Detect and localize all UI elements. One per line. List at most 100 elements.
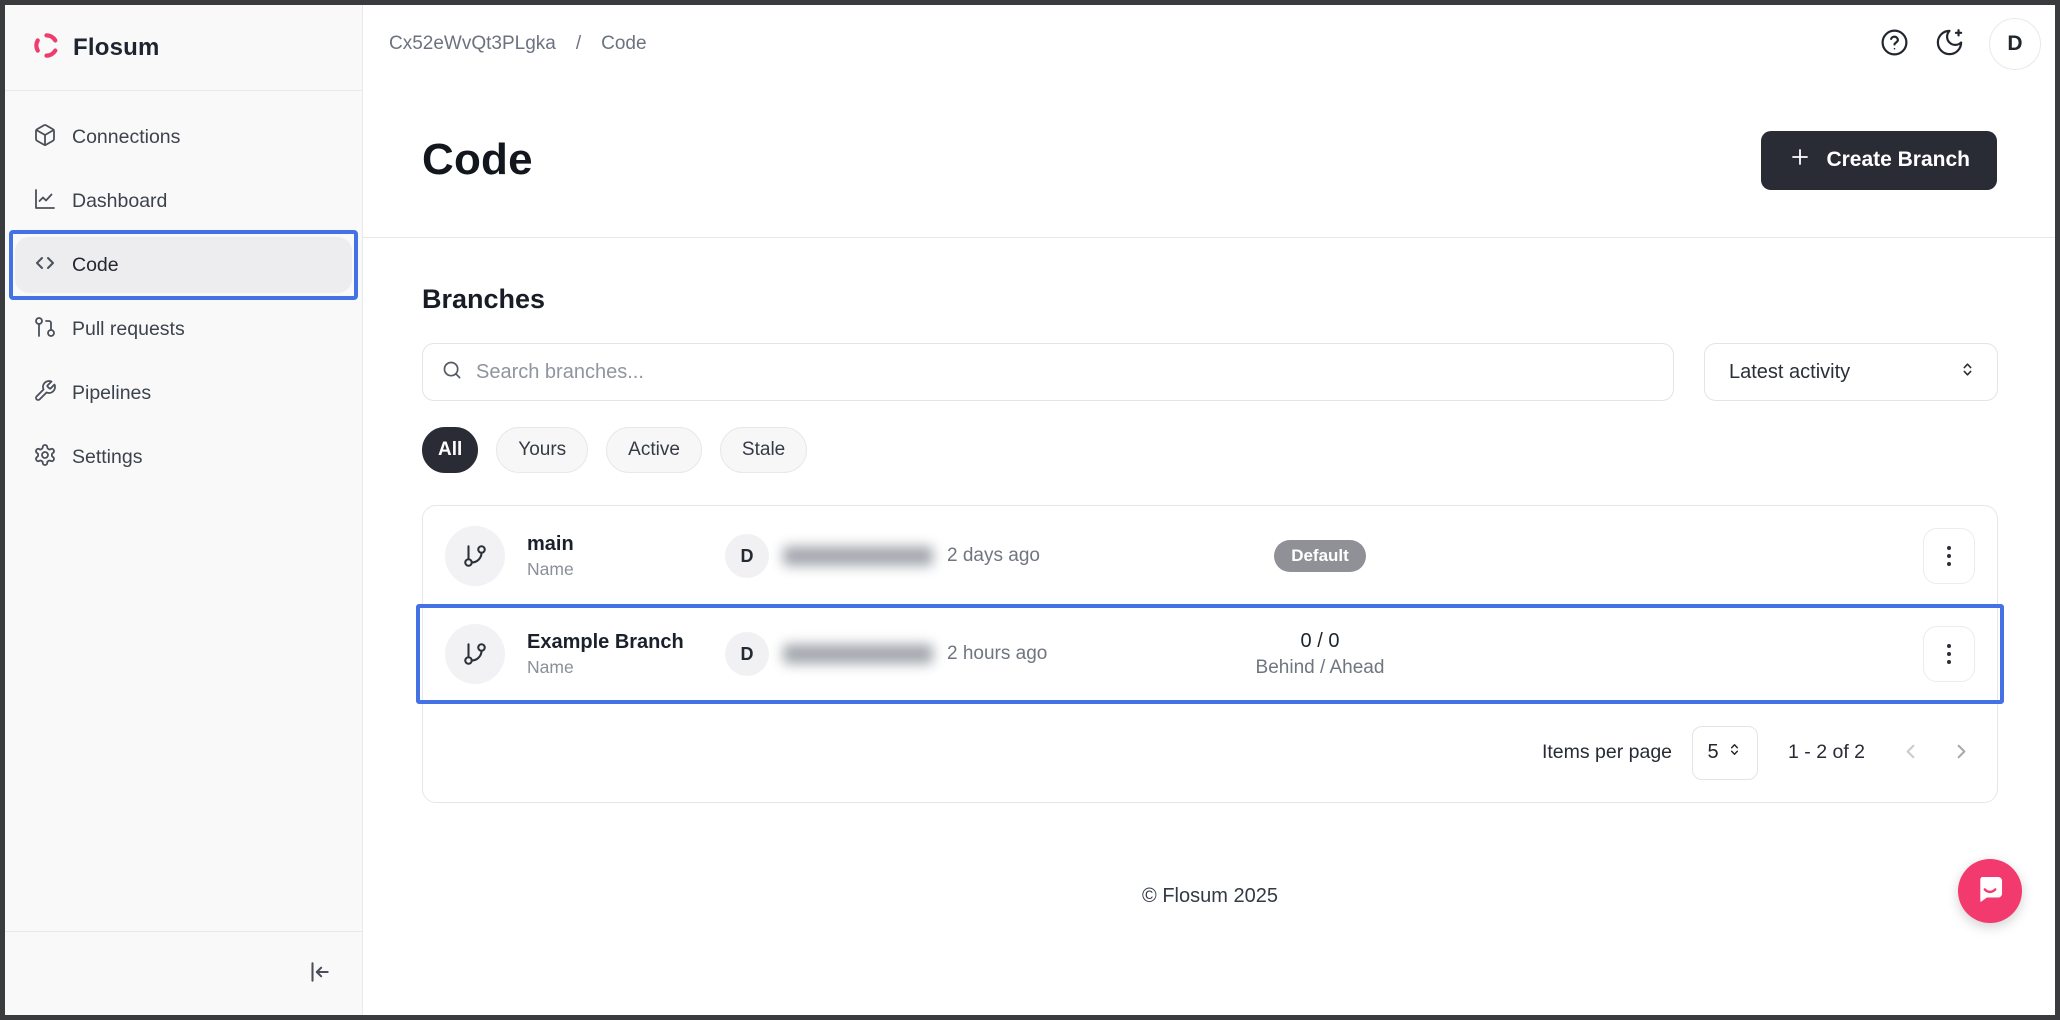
page-title: Code [422, 135, 533, 185]
items-per-page-label: Items per page [1542, 741, 1672, 764]
kebab-icon [1947, 644, 1951, 664]
content: Branches Latest activity [363, 238, 2055, 1015]
branch-name: main [527, 533, 574, 556]
sort-value: Latest activity [1729, 361, 1850, 384]
sidebar-item-code[interactable]: Code [15, 237, 352, 293]
author-cell: D 2 hours ago [725, 632, 1195, 676]
branches-section-title: Branches [422, 284, 1998, 315]
app-window: Flosum Connections Dashboard [5, 5, 2055, 1015]
branch-row-main[interactable]: main Name D 2 days ago Default [423, 506, 1997, 606]
cube-icon [33, 123, 57, 152]
author-avatar: D [725, 534, 769, 578]
help-button[interactable] [1879, 27, 1910, 61]
sidebar-item-label: Settings [72, 446, 142, 469]
author-avatar: D [725, 632, 769, 676]
chevrons-up-down-icon [1726, 741, 1743, 764]
sidebar-spacer [5, 503, 362, 931]
status-cell: 0 / 0 Behind / Ahead [1195, 630, 1445, 679]
next-page-button[interactable] [1950, 740, 1973, 766]
page-range-label: 1 - 2 of 2 [1788, 741, 1865, 764]
search-icon [441, 359, 463, 386]
git-branch-icon [445, 624, 505, 684]
updated-time: 2 hours ago [947, 643, 1047, 665]
sidebar-item-label: Pull requests [72, 318, 185, 341]
sidebar-item-settings[interactable]: Settings [15, 429, 352, 485]
status-cell: Default [1195, 540, 1445, 572]
sidebar-footer [5, 931, 362, 1015]
chart-icon [33, 187, 57, 216]
create-branch-button[interactable]: Create Branch [1761, 131, 1997, 190]
dark-mode-toggle[interactable] [1934, 27, 1965, 61]
filter-chip-active[interactable]: Active [606, 427, 702, 473]
collapse-sidebar-button[interactable] [306, 959, 332, 988]
copyright: © Flosum 2025 [422, 885, 1998, 908]
page-header: Code Create Branch [363, 83, 2055, 238]
user-avatar[interactable]: D [1989, 18, 2041, 70]
previous-page-button[interactable] [1899, 740, 1922, 766]
sidebar-nav: Connections Dashboard Code [5, 91, 362, 503]
branch-name-label: Name [527, 559, 574, 580]
chat-bubble-icon [1973, 872, 2007, 911]
gear-icon [33, 443, 57, 472]
brand-name: Flosum [73, 34, 160, 62]
wrench-icon [33, 379, 57, 408]
chevron-left-icon [1899, 740, 1922, 766]
plus-icon [1788, 145, 1812, 175]
branch-name-block: main Name [527, 533, 574, 580]
filter-chip-stale[interactable]: Stale [720, 427, 807, 473]
items-per-page-select[interactable]: 5 [1692, 726, 1758, 780]
branch-row-example-branch[interactable]: Example Branch Name D 2 hours ago 0 / 0 … [423, 606, 1997, 702]
filter-chip-yours[interactable]: Yours [496, 427, 588, 473]
sidebar-item-pipelines[interactable]: Pipelines [15, 365, 352, 421]
breadcrumb-parent[interactable]: Cx52eWvQt3PLgka [389, 33, 556, 55]
topbar-actions: D [1879, 18, 2041, 70]
chevrons-up-down-icon [1958, 360, 1977, 385]
sidebar: Flosum Connections Dashboard [5, 5, 363, 1015]
search-box [422, 343, 1674, 401]
filter-chip-all[interactable]: All [422, 427, 478, 473]
row-menu-button[interactable] [1923, 528, 1975, 584]
help-circle-icon [1879, 27, 1910, 61]
flosum-logo-icon [33, 32, 60, 64]
default-badge: Default [1274, 540, 1366, 572]
kebab-icon [1947, 546, 1951, 566]
row-menu-button[interactable] [1923, 626, 1975, 682]
create-branch-label: Create Branch [1826, 148, 1970, 172]
pull-request-icon [33, 315, 57, 344]
updated-time: 2 days ago [947, 545, 1040, 567]
author-name-redacted [783, 546, 933, 566]
branch-cell: main Name [445, 526, 725, 586]
breadcrumb-separator: / [576, 33, 581, 55]
sidebar-item-label: Code [72, 254, 119, 277]
chevron-right-icon [1950, 740, 1973, 766]
branch-cell: Example Branch Name [445, 624, 725, 684]
sidebar-item-label: Dashboard [72, 190, 167, 213]
main-area: Cx52eWvQt3PLgka / Code [363, 5, 2055, 1015]
behind-ahead-label: Behind / Ahead [1256, 657, 1385, 679]
topbar: Cx52eWvQt3PLgka / Code [363, 5, 2055, 83]
pagination: Items per page 5 1 - 2 of 2 [423, 702, 1997, 802]
sidebar-item-pull-requests[interactable]: Pull requests [15, 301, 352, 357]
avatar-initial: D [2007, 32, 2022, 56]
collapse-left-icon [306, 959, 332, 988]
moon-plus-icon [1934, 27, 1965, 61]
breadcrumb: Cx52eWvQt3PLgka / Code [389, 33, 647, 55]
search-branches-input[interactable] [476, 361, 1655, 384]
code-icon [33, 251, 57, 280]
branch-name: Example Branch [527, 631, 684, 654]
author-cell: D 2 days ago [725, 534, 1195, 578]
breadcrumb-current: Code [601, 33, 646, 55]
brand: Flosum [5, 5, 362, 91]
sort-dropdown[interactable]: Latest activity [1704, 343, 1998, 401]
behind-ahead-value: 0 / 0 [1301, 630, 1340, 653]
chat-launcher-button[interactable] [1958, 859, 2022, 923]
sidebar-item-label: Pipelines [72, 382, 151, 405]
pagination-nav [1899, 740, 1973, 766]
branches-card: main Name D 2 days ago Default [422, 505, 1998, 803]
author-name-redacted [783, 644, 933, 664]
sidebar-item-connections[interactable]: Connections [15, 109, 352, 165]
branch-name-block: Example Branch Name [527, 631, 684, 678]
sidebar-item-dashboard[interactable]: Dashboard [15, 173, 352, 229]
branch-controls: Latest activity [422, 343, 1998, 401]
branch-name-label: Name [527, 657, 684, 678]
